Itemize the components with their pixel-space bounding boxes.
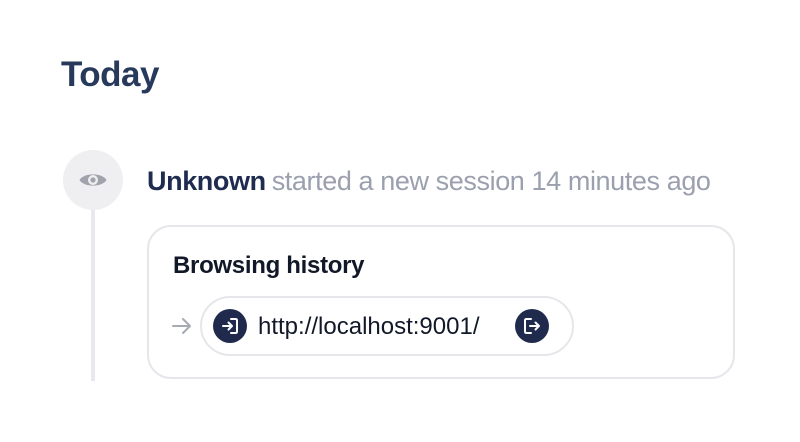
event-action: started a new session 14 minutes ago	[271, 166, 711, 196]
exit-icon	[515, 309, 549, 343]
event-actor[interactable]: Unknown	[147, 166, 266, 196]
arrow-right-icon	[172, 318, 191, 334]
timeline-line	[91, 205, 95, 381]
history-url[interactable]: http://localhost:9001/	[258, 312, 479, 342]
eye-icon	[79, 174, 107, 186]
section-heading: Today	[61, 55, 159, 94]
card-title: Browsing history	[173, 252, 365, 279]
browsing-history-card: Browsing history http://localhost:9001/	[147, 225, 735, 379]
event-description: Unknown started a new session 14 minutes …	[147, 163, 711, 199]
enter-icon	[213, 309, 247, 343]
event-avatar	[63, 150, 123, 210]
history-entry[interactable]: http://localhost:9001/	[200, 296, 574, 356]
